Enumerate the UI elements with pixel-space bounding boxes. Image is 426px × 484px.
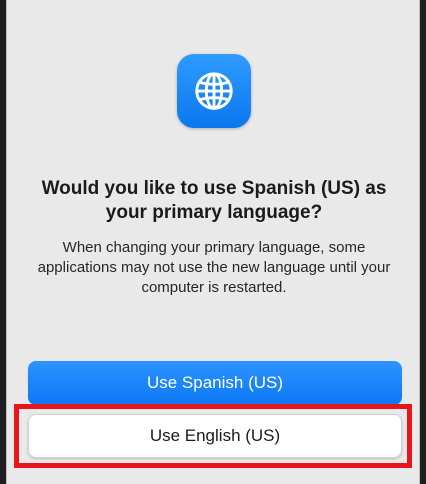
language-change-dialog: Would you like to use Spanish (US) as yo… xyxy=(6,0,420,484)
dialog-title: Would you like to use Spanish (US) as yo… xyxy=(41,178,387,223)
use-english-button[interactable]: Use English (US) xyxy=(28,414,402,458)
dialog-message: When changing your primary language, som… xyxy=(37,239,391,296)
use-spanish-button[interactable]: Use Spanish (US) xyxy=(28,361,402,405)
globe-icon xyxy=(177,54,251,128)
